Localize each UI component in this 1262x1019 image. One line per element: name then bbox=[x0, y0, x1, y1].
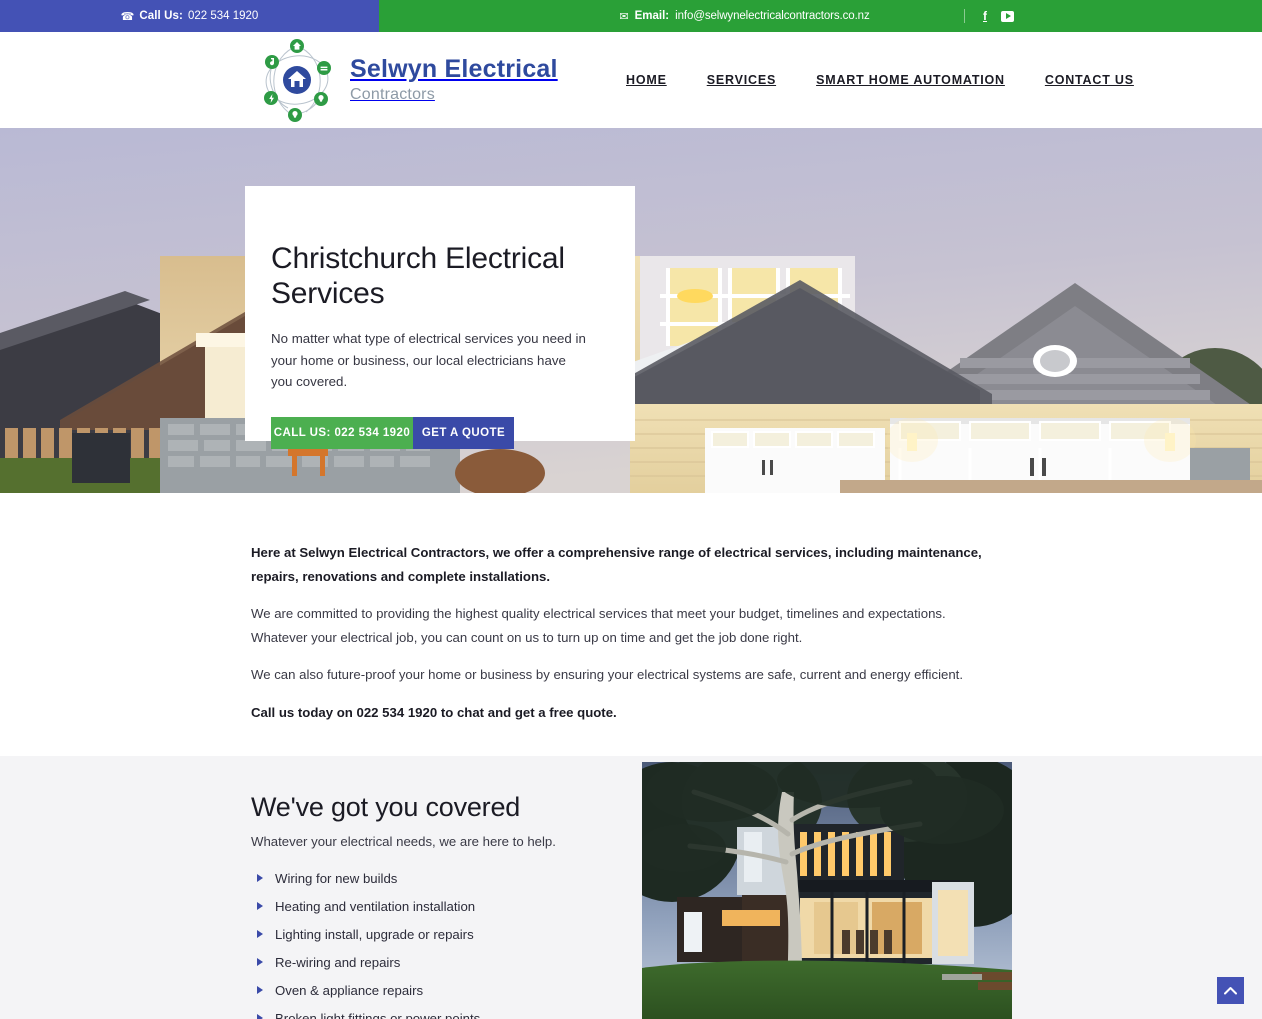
list-item-label: Broken light fittings or power points bbox=[275, 1010, 481, 1019]
get-a-quote-button[interactable]: GET A QUOTE bbox=[413, 417, 514, 450]
email-address[interactable]: info@selwynelectricalcontractors.co.nz bbox=[675, 10, 870, 22]
social-divider bbox=[964, 9, 965, 23]
list-item: Lighting install, upgrade or repairs bbox=[251, 927, 621, 942]
youtube-play-triangle bbox=[1005, 13, 1011, 19]
brand-name: Selwyn Electrical bbox=[350, 54, 558, 83]
facebook-icon[interactable]: f bbox=[983, 10, 987, 22]
email-label: Email: bbox=[634, 10, 670, 22]
intro-paragraph-1: Here at Selwyn Electrical Contractors, w… bbox=[251, 545, 982, 584]
list-item-label: Heating and ventilation installation bbox=[275, 898, 476, 914]
brand-text: Selwyn Electrical Contractors bbox=[350, 54, 558, 105]
triangle-bullet-icon bbox=[257, 1014, 263, 1019]
intro-paragraph-2: We are committed to providing the highes… bbox=[251, 606, 946, 645]
covered-subtitle: Whatever your electrical needs, we are h… bbox=[251, 833, 556, 849]
services-list: Wiring for new builds Heating and ventil… bbox=[251, 871, 621, 1019]
primary-navigation: HOME SERVICES SMART HOME AUTOMATION CONT… bbox=[626, 32, 1134, 128]
intro-text-block: Here at Selwyn Electrical Contractors, w… bbox=[251, 541, 1003, 724]
covered-title: We've got you covered bbox=[251, 792, 521, 822]
list-item: Heating and ventilation installation bbox=[251, 899, 621, 914]
list-item: Wiring for new builds bbox=[251, 871, 621, 886]
call-us-button[interactable]: CALL US: 022 534 1920 bbox=[271, 417, 413, 450]
list-item: Re-wiring and repairs bbox=[251, 955, 621, 970]
list-item-label: Re-wiring and repairs bbox=[275, 954, 401, 970]
covered-image-frame bbox=[642, 762, 1012, 1019]
intro-paragraph-3: We can also future-proof your home or bu… bbox=[251, 667, 963, 682]
nav-item-smart-home-automation[interactable]: SMART HOME AUTOMATION bbox=[796, 73, 1025, 87]
list-item: Oven & appliance repairs bbox=[251, 983, 621, 998]
brand-logo-link[interactable]: Selwyn Electrical Contractors bbox=[258, 32, 558, 128]
facebook-glyph: f bbox=[983, 9, 987, 23]
hero-title: Christchurch Electrical Services bbox=[271, 242, 565, 310]
youtube-box bbox=[1001, 10, 1014, 22]
covered-section: We've got you covered Whatever your elec… bbox=[0, 756, 1262, 1019]
triangle-bullet-icon bbox=[257, 958, 263, 967]
hero-button-group: CALL US: 022 534 1920 GET A QUOTE bbox=[271, 417, 635, 450]
site-header: Selwyn Electrical Contractors HOME SERVI… bbox=[0, 32, 1262, 128]
hero-content-card: Christchurch Electrical Services No matt… bbox=[245, 186, 635, 450]
brand-subtitle: Contractors bbox=[350, 86, 435, 104]
phone-number[interactable]: 022 534 1920 bbox=[188, 10, 258, 22]
scroll-to-top-button[interactable] bbox=[1217, 977, 1244, 1004]
envelope-icon: ✉ bbox=[619, 10, 629, 23]
topbar-phone-block[interactable]: ☎ Call Us: 022 534 1920 bbox=[0, 0, 379, 32]
selwyn-electrical-logo-icon bbox=[264, 39, 331, 122]
phone-label: Call Us: bbox=[139, 10, 183, 22]
hero-subtitle: No matter what type of electrical servic… bbox=[271, 330, 586, 390]
covered-text-block: We've got you covered Whatever your elec… bbox=[251, 792, 621, 1019]
youtube-icon[interactable] bbox=[1001, 10, 1014, 22]
intro-section: Here at Selwyn Electrical Contractors, w… bbox=[0, 493, 1262, 756]
topbar-email-block[interactable]: ✉ Email: info@selwynelectricalcontractor… bbox=[379, 0, 1262, 32]
list-item: Broken light fittings or power points bbox=[251, 1011, 621, 1019]
triangle-bullet-icon bbox=[257, 902, 263, 911]
hero-section: Christchurch Electrical Services No matt… bbox=[0, 128, 1262, 493]
chevron-up-icon bbox=[1224, 987, 1237, 995]
triangle-bullet-icon bbox=[257, 874, 263, 883]
triangle-bullet-icon bbox=[257, 930, 263, 939]
top-contact-bar: ☎ Call Us: 022 534 1920 ✉ Email: info@se… bbox=[0, 0, 1262, 32]
covered-house-image bbox=[642, 762, 1012, 1019]
list-item-label: Lighting install, upgrade or repairs bbox=[275, 926, 474, 942]
intro-paragraph-4: Call us today on 022 534 1920 to chat an… bbox=[251, 704, 617, 720]
list-item-label: Wiring for new builds bbox=[275, 870, 398, 886]
nav-item-home[interactable]: HOME bbox=[626, 73, 687, 87]
social-links: f bbox=[964, 0, 1014, 32]
list-item-label: Oven & appliance repairs bbox=[275, 982, 424, 998]
nav-item-services[interactable]: SERVICES bbox=[687, 73, 796, 87]
phone-icon: ☎ bbox=[120, 10, 135, 23]
triangle-bullet-icon bbox=[257, 986, 263, 995]
nav-item-contact-us[interactable]: CONTACT US bbox=[1025, 73, 1134, 87]
